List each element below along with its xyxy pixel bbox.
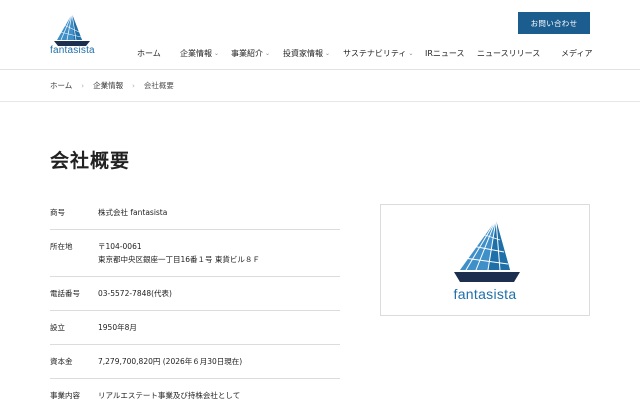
info-row-phone: 電話番号 03-5572-7848(代表) <box>50 277 340 311</box>
breadcrumb: ホーム › 企業情報 › 会社概要 <box>0 70 640 102</box>
breadcrumb-home[interactable]: ホーム <box>50 80 72 91</box>
nav-item-home[interactable]: ホーム <box>137 48 180 59</box>
nav-item-sustainability[interactable]: サステナビリティ ⌄ <box>343 48 425 59</box>
main-nav: ホーム 企業情報 ⌄ 事業紹介 ⌄ 投資家情報 ⌄ サステナビリティ ⌄ IRニ… <box>137 48 630 59</box>
info-label: 商号 <box>50 208 65 217</box>
info-label: 設立 <box>50 323 65 332</box>
info-value: リアルエステート事業及び持株会社として <box>98 389 340 402</box>
info-value-line: 〒104-0061 <box>98 242 142 251</box>
info-row-name: 商号 株式会社 fantasista <box>50 196 340 230</box>
info-value: 03-5572-7848(代表) <box>98 287 340 300</box>
chevron-down-icon: ⌄ <box>265 50 271 57</box>
nav-label: 投資家情報 <box>283 49 323 58</box>
info-row-address: 所在地 〒104-0061 東京都中央区銀座一丁目16番１号 東貨ビル８Ｆ <box>50 230 340 277</box>
info-value: 株式会社 fantasista <box>98 206 340 219</box>
brand-name: fantasista <box>453 286 517 302</box>
info-value-line: リアルエステート事業及び持株会社として <box>98 391 241 400</box>
info-value-line: 7,279,700,820円 (2026年６月30日現在) <box>98 357 243 366</box>
site-header: fantasista お問い合わせ ホーム 企業情報 ⌄ 事業紹介 ⌄ 投資家情… <box>0 0 640 70</box>
chevron-down-icon: ⌄ <box>214 50 220 57</box>
chevron-right-icon: › <box>132 81 135 90</box>
nav-label: ホーム <box>137 49 161 58</box>
contact-button[interactable]: お問い合わせ <box>518 12 590 34</box>
nav-label: 事業紹介 <box>231 49 263 58</box>
info-label: 所在地 <box>50 242 73 251</box>
info-value-line: 03-5572-7848(代表) <box>98 289 172 298</box>
nav-item-news-release[interactable]: ニュースリリース <box>477 48 561 59</box>
breadcrumb-current: 会社概要 <box>143 81 174 90</box>
sailboat-logo-icon <box>452 218 522 284</box>
info-label: 資本金 <box>50 357 73 366</box>
nav-item-business[interactable]: 事業紹介 ⌄ <box>231 48 283 59</box>
nav-label: 企業情報 <box>180 49 212 58</box>
nav-item-media[interactable]: メディア <box>561 48 601 59</box>
company-info-table: 商号 株式会社 fantasista 所在地 〒104-0061 東京都中央区銀… <box>50 196 340 412</box>
brand-name: fantasista <box>50 45 95 56</box>
info-value-line: 1950年8月 <box>98 323 137 332</box>
chevron-down-icon: ⌄ <box>408 50 414 57</box>
nav-label: サステナビリティ <box>343 49 407 58</box>
info-value: 7,279,700,820円 (2026年６月30日現在) <box>98 355 340 368</box>
chevron-right-icon: › <box>81 81 85 90</box>
info-value-line: 東京都中央区銀座一丁目16番１号 東貨ビル８Ｆ <box>98 255 260 264</box>
breadcrumb-company[interactable]: 企業情報 <box>93 80 123 91</box>
info-label: 事業内容 <box>50 391 80 400</box>
info-value-line: 株式会社 fantasista <box>98 208 168 217</box>
info-value: 1950年8月 <box>98 321 340 334</box>
chevron-down-icon: ⌄ <box>325 50 331 57</box>
info-row-business: 事業内容 リアルエステート事業及び持株会社として <box>50 379 340 412</box>
info-row-capital: 資本金 7,279,700,820円 (2026年６月30日現在) <box>50 345 340 379</box>
info-label: 電話番号 <box>50 289 80 298</box>
company-logo-panel: fantasista <box>380 204 590 316</box>
nav-item-investors[interactable]: 投資家情報 ⌄ <box>283 48 343 59</box>
info-value: 〒104-0061 東京都中央区銀座一丁目16番１号 東貨ビル８Ｆ <box>98 240 340 266</box>
nav-item-company[interactable]: 企業情報 ⌄ <box>180 48 231 59</box>
nav-label: IRニュース <box>425 49 465 58</box>
info-row-founded: 設立 1950年8月 <box>50 311 340 345</box>
nav-item-ir-news[interactable]: IRニュース <box>425 48 477 59</box>
nav-label: メディア <box>561 49 593 58</box>
page-title: 会社概要 <box>50 150 131 172</box>
nav-label: ニュースリリース <box>477 49 541 58</box>
